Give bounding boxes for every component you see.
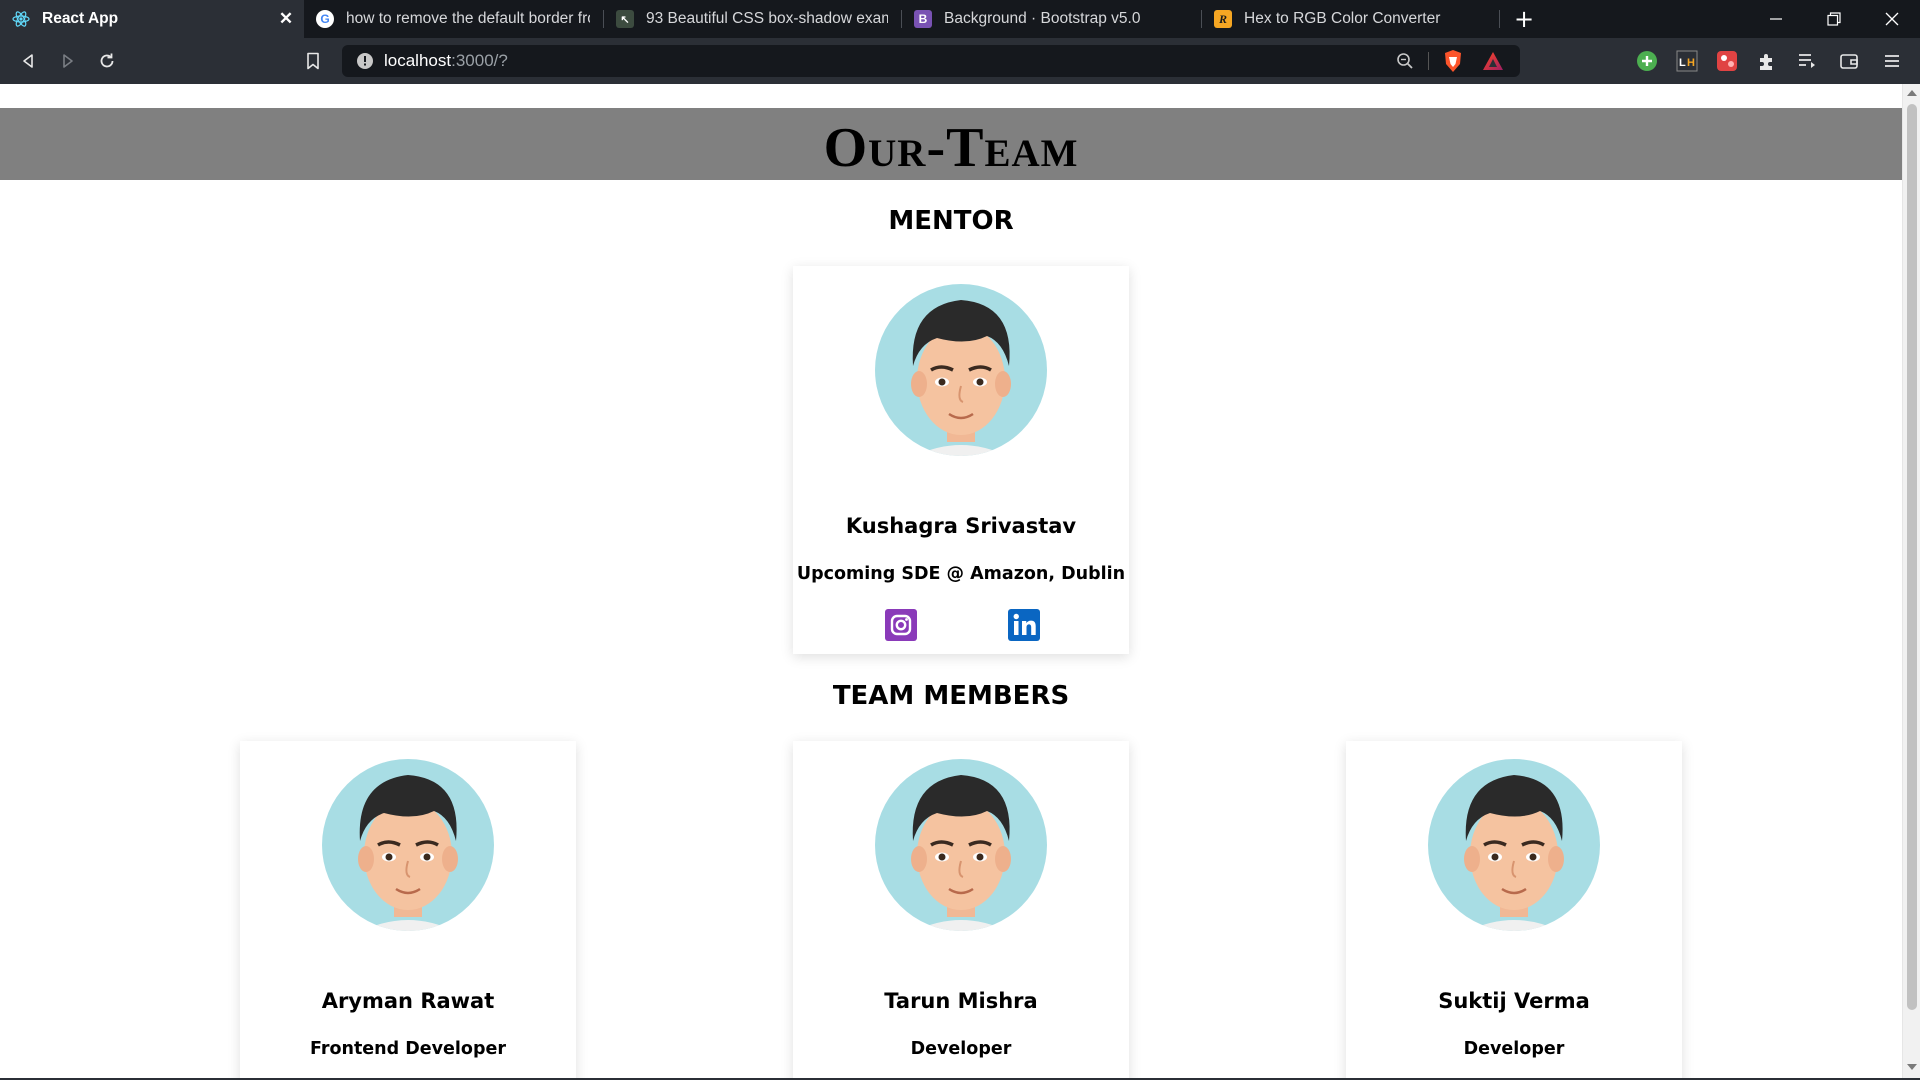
avatar <box>875 284 1047 456</box>
extension-red[interactable] <box>1715 49 1739 73</box>
close-icon <box>1885 12 1899 26</box>
tab-title: Background · Bootstrap v5.0 <box>944 10 1141 27</box>
member-name: Tarun Mishra <box>884 989 1038 1013</box>
member-name: Aryman Rawat <box>321 989 495 1013</box>
new-tab-button[interactable]: + <box>1508 0 1540 38</box>
scroll-up-icon[interactable] <box>1907 90 1917 96</box>
mentor-section-title: MENTOR <box>888 206 1014 236</box>
reload-button[interactable] <box>93 47 121 75</box>
site-info-icon[interactable] <box>356 52 374 70</box>
tab-title: Hex to RGB Color Converter <box>1244 10 1441 27</box>
tab-strip: React App ✕ G how to remove the default … <box>0 0 1920 38</box>
tab-title: how to remove the default border from <box>346 10 590 27</box>
extension-plus[interactable] <box>1635 49 1659 73</box>
zoom-icon[interactable] <box>1396 52 1414 70</box>
scroll-down-icon[interactable] <box>1907 1064 1917 1070</box>
url-host: localhost <box>384 51 452 70</box>
urlbar-divider <box>1428 52 1429 70</box>
brave-shields-icon[interactable] <box>1442 49 1464 73</box>
tab-box-shadow[interactable]: ↖ 93 Beautiful CSS box-shadow examples <box>604 0 900 38</box>
cursor-icon: ↖ <box>616 10 634 28</box>
page-title: Our-Team <box>823 117 1079 179</box>
avatar <box>875 759 1047 931</box>
playlist-icon <box>1799 54 1815 68</box>
instagram-icon[interactable] <box>884 608 918 642</box>
svg-text:L: L <box>1679 57 1686 69</box>
member-card: Aryman Rawat Frontend Developer <box>240 741 576 1078</box>
url-path: :3000/? <box>451 51 508 70</box>
scrollbar-thumb[interactable] <box>1907 104 1917 1010</box>
mentor-name: Kushagra Srivastav <box>845 514 1077 538</box>
playlist-button[interactable] <box>1795 49 1819 73</box>
browser-toolbar: localhost:3000/? LH <box>0 38 1920 84</box>
member-name: Suktij Verma <box>1438 989 1590 1013</box>
r-icon: R <box>1214 10 1232 28</box>
linkedin-icon[interactable] <box>1007 608 1041 642</box>
puzzle-icon <box>1760 54 1772 70</box>
page-viewport: Our-Team MENTOR Kushagra Srivastav Upcom… <box>0 84 1902 1078</box>
wallet-icon <box>1840 54 1858 69</box>
minimize-icon <box>1770 18 1782 20</box>
forward-icon <box>63 54 73 68</box>
back-icon <box>23 54 33 68</box>
menu-button[interactable] <box>1880 49 1904 73</box>
close-window-button[interactable] <box>1864 0 1920 38</box>
member-card: Suktij Verma Developer <box>1346 741 1682 1078</box>
react-icon <box>12 10 30 28</box>
restore-icon <box>1827 12 1841 26</box>
forward-button[interactable] <box>54 47 82 75</box>
tab-divider <box>1499 10 1500 28</box>
back-button[interactable] <box>14 47 42 75</box>
lighthouse-icon: LH <box>1676 50 1698 72</box>
tab-hex-rgb[interactable]: R Hex to RGB Color Converter <box>1202 0 1498 38</box>
extension-lh[interactable]: LH <box>1675 49 1699 73</box>
address-bar[interactable]: localhost:3000/? <box>342 45 1520 77</box>
hamburger-menu-icon <box>1885 55 1899 67</box>
mentor-role: Upcoming SDE @ Amazon, Dublin <box>796 564 1126 584</box>
bookmark-button[interactable] <box>299 47 327 75</box>
plus-circle-icon <box>1637 51 1657 71</box>
member-role: Developer <box>1463 1039 1565 1059</box>
member-role: Frontend Developer <box>310 1039 506 1059</box>
vertical-scrollbar[interactable] <box>1902 84 1920 1078</box>
restore-button[interactable] <box>1806 0 1862 38</box>
member-card: Tarun Mishra Developer <box>793 741 1129 1078</box>
svg-text:H: H <box>1687 57 1695 69</box>
tab-google-search[interactable]: G how to remove the default border from <box>304 0 602 38</box>
mentor-card: Kushagra Srivastav Upcoming SDE @ Amazon… <box>793 266 1129 654</box>
tab-bootstrap[interactable]: B Background · Bootstrap v5.0 <box>902 0 1200 38</box>
url-text: localhost:3000/? <box>384 51 508 71</box>
minimize-button[interactable] <box>1748 0 1804 38</box>
tab-title: React App <box>42 10 119 27</box>
brave-rewards-icon[interactable] <box>1482 50 1504 72</box>
color-picker-icon <box>1717 51 1737 71</box>
header-banner: Our-Team <box>0 108 1902 180</box>
avatar <box>322 759 494 931</box>
bootstrap-icon: B <box>914 10 932 28</box>
close-tab-icon[interactable]: ✕ <box>276 9 296 29</box>
avatar <box>1428 759 1600 931</box>
wallet-button[interactable] <box>1837 49 1861 73</box>
tab-react-app[interactable]: React App ✕ <box>0 0 304 38</box>
reload-icon <box>100 53 114 68</box>
tab-title: 93 Beautiful CSS box-shadow examples <box>646 10 888 27</box>
google-icon: G <box>316 10 334 28</box>
team-section-title: TEAM MEMBERS <box>832 681 1070 711</box>
member-role: Developer <box>910 1039 1012 1059</box>
bookmark-icon <box>307 52 319 70</box>
extensions-button[interactable] <box>1755 49 1779 73</box>
